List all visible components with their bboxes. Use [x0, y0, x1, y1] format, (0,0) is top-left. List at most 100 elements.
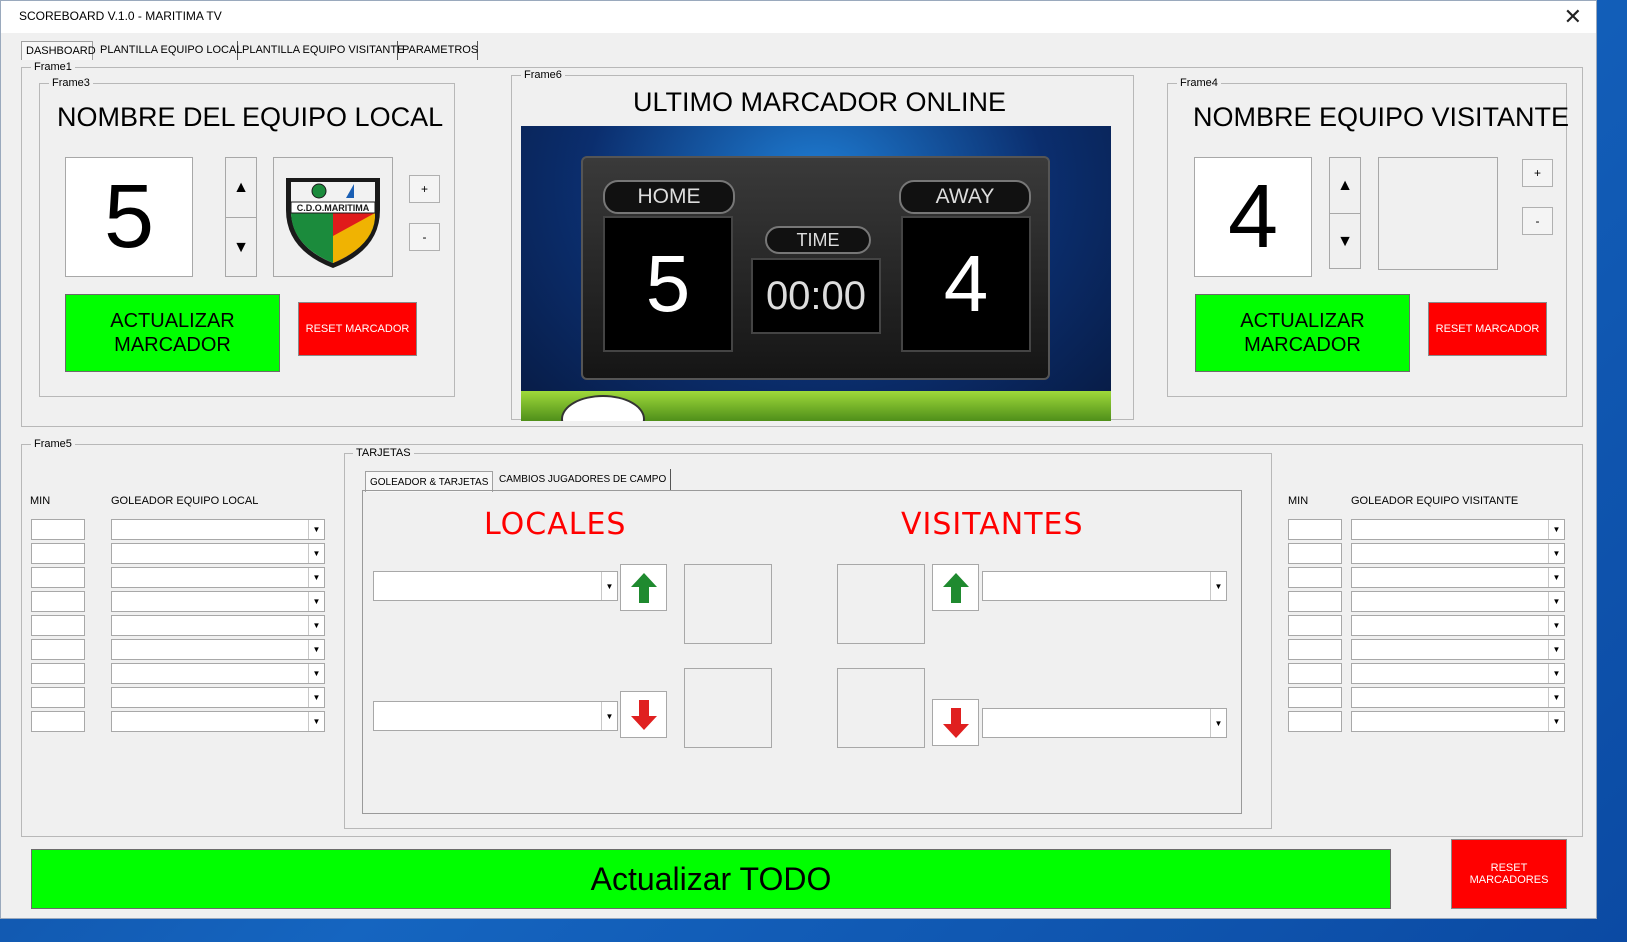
visitor-sub-out-button[interactable] [932, 699, 979, 746]
subtab-cambios[interactable]: CAMBIOS JUGADORES DE CAMPO [495, 469, 672, 490]
home-label: HOME [603, 180, 735, 214]
visitor-update-button[interactable]: ACTUALIZAR MARCADOR [1195, 294, 1410, 372]
visitor-scorer-select[interactable]: ▼ [1351, 519, 1565, 540]
local-scorer-select[interactable]: ▼ [111, 687, 325, 708]
visitor-scorer-select[interactable]: ▼ [1351, 687, 1565, 708]
local-scorer-select[interactable]: ▼ [111, 567, 325, 588]
chevron-down-icon[interactable]: ▼ [308, 616, 324, 635]
local-sub-in-button[interactable] [620, 564, 667, 611]
reset-all-button[interactable]: RESET MARCADORES [1451, 839, 1567, 909]
visitor-scorer-select[interactable]: ▼ [1351, 543, 1565, 564]
visitor-min-input[interactable] [1288, 639, 1342, 660]
local-plus-button[interactable]: + [409, 175, 440, 203]
chevron-down-icon[interactable]: ▼ [1210, 572, 1226, 600]
visitor-score[interactable]: 4 [1194, 157, 1312, 277]
chevron-down-icon[interactable]: ▼ [308, 640, 324, 659]
spin-up-icon[interactable]: ▲ [226, 158, 256, 218]
chevron-down-icon[interactable]: ▼ [308, 544, 324, 563]
chevron-down-icon[interactable]: ▼ [308, 664, 324, 683]
chevron-down-icon[interactable]: ▼ [308, 688, 324, 707]
visitor-min-input[interactable] [1288, 567, 1342, 588]
visitor-min-input[interactable] [1288, 687, 1342, 708]
visitor-min-header: MIN [1288, 495, 1309, 507]
local-reset-button[interactable]: RESET MARCADOR [298, 302, 417, 356]
visitor-min-input[interactable] [1288, 663, 1342, 684]
chevron-down-icon[interactable]: ▼ [1548, 592, 1564, 611]
local-update-button[interactable]: ACTUALIZAR MARCADOR [65, 294, 280, 372]
local-min-input[interactable] [31, 591, 85, 612]
visitor-logo-box[interactable] [1378, 157, 1498, 270]
chevron-down-icon[interactable]: ▼ [1210, 709, 1226, 737]
tab-plantilla-visitante[interactable]: PLANTILLA EQUIPO VISITANTE [238, 41, 404, 60]
spin-up-icon[interactable]: ▲ [1330, 158, 1360, 214]
visitor-in-player-select[interactable]: ▼ [982, 571, 1227, 601]
local-score[interactable]: 5 [65, 157, 193, 277]
update-all-button[interactable]: Actualizar TODO [31, 849, 1391, 909]
local-min-input[interactable] [31, 519, 85, 540]
visitor-reset-button[interactable]: RESET MARCADOR [1428, 302, 1547, 356]
visitor-plus-button[interactable]: + [1522, 159, 1553, 187]
visitor-minus-button[interactable]: - [1522, 207, 1553, 235]
chevron-down-icon[interactable]: ▼ [601, 572, 617, 600]
local-scorer-select[interactable]: ▼ [111, 615, 325, 636]
chevron-down-icon[interactable]: ▼ [308, 712, 324, 731]
chevron-down-icon[interactable]: ▼ [1548, 544, 1564, 563]
visitor-scorer-select[interactable]: ▼ [1351, 615, 1565, 636]
chevron-down-icon[interactable]: ▼ [308, 568, 324, 587]
local-min-input[interactable] [31, 687, 85, 708]
spin-down-icon[interactable]: ▼ [1330, 214, 1360, 269]
visitor-min-input[interactable] [1288, 615, 1342, 636]
visitor-in-photo-box [837, 564, 925, 644]
visitor-score-spinner[interactable]: ▲ ▼ [1329, 157, 1361, 269]
local-scorer-select[interactable]: ▼ [111, 663, 325, 684]
local-scorer-select[interactable]: ▼ [111, 711, 325, 732]
locales-label: LOCALES [484, 507, 627, 542]
tab-dashboard[interactable]: DASHBOARD [21, 41, 96, 60]
local-out-player-select[interactable]: ▼ [373, 701, 618, 731]
visitor-scorer-select[interactable]: ▼ [1351, 663, 1565, 684]
chevron-down-icon[interactable]: ▼ [1548, 688, 1564, 707]
close-icon[interactable]: ✕ [1564, 4, 1582, 30]
local-score-spinner[interactable]: ▲ ▼ [225, 157, 257, 277]
chevron-down-icon[interactable]: ▼ [308, 520, 324, 539]
tab-parametros[interactable]: PARAMETROS [398, 41, 478, 60]
visitor-scorer-select[interactable]: ▼ [1351, 591, 1565, 612]
chevron-down-icon[interactable]: ▼ [1548, 640, 1564, 659]
local-scorer-header: GOLEADOR EQUIPO LOCAL [111, 495, 259, 507]
local-min-input[interactable] [31, 567, 85, 588]
local-in-player-select[interactable]: ▼ [373, 571, 618, 601]
visitor-min-input[interactable] [1288, 543, 1342, 564]
chevron-down-icon[interactable]: ▼ [1548, 568, 1564, 587]
chevron-down-icon[interactable]: ▼ [308, 592, 324, 611]
online-title: ULTIMO MARCADOR ONLINE [633, 87, 1007, 117]
tab-plantilla-local[interactable]: PLANTILLA EQUIPO LOCAL [96, 41, 242, 60]
visitor-min-input[interactable] [1288, 591, 1342, 612]
local-min-input[interactable] [31, 711, 85, 732]
visitor-scorer-select[interactable]: ▼ [1351, 567, 1565, 588]
local-scorer-select[interactable]: ▼ [111, 591, 325, 612]
subtab-goleador-tarjetas[interactable]: GOLEADOR & TARJETAS [365, 471, 494, 492]
local-min-input[interactable] [31, 615, 85, 636]
visitor-min-input[interactable] [1288, 519, 1342, 540]
local-scorer-select[interactable]: ▼ [111, 639, 325, 660]
visitor-sub-in-button[interactable] [932, 564, 979, 611]
chevron-down-icon[interactable]: ▼ [1548, 712, 1564, 731]
local-team-name: NOMBRE DEL EQUIPO LOCAL [57, 102, 444, 132]
local-sub-out-button[interactable] [620, 691, 667, 738]
chevron-down-icon[interactable]: ▼ [1548, 664, 1564, 683]
local-minus-button[interactable]: - [409, 223, 440, 251]
chevron-down-icon[interactable]: ▼ [1548, 616, 1564, 635]
local-min-input[interactable] [31, 543, 85, 564]
local-min-input[interactable] [31, 663, 85, 684]
local-scorer-select[interactable]: ▼ [111, 543, 325, 564]
local-min-input[interactable] [31, 639, 85, 660]
visitor-scorer-select[interactable]: ▼ [1351, 639, 1565, 660]
visitor-min-input[interactable] [1288, 711, 1342, 732]
chevron-down-icon[interactable]: ▼ [1548, 520, 1564, 539]
local-scorer-select[interactable]: ▼ [111, 519, 325, 540]
spin-down-icon[interactable]: ▼ [226, 218, 256, 277]
visitor-scorer-select[interactable]: ▼ [1351, 711, 1565, 732]
chevron-down-icon[interactable]: ▼ [601, 702, 617, 730]
visitor-out-player-select[interactable]: ▼ [982, 708, 1227, 738]
local-logo-box[interactable]: C.D.O.MARITIMA [273, 157, 393, 277]
